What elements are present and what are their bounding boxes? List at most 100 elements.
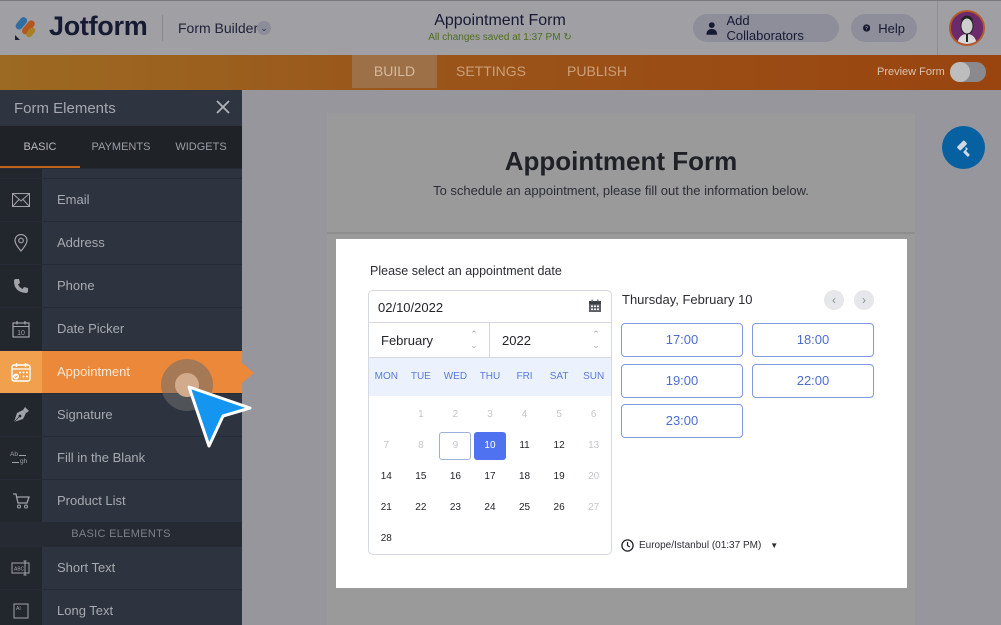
icon-cell: ABC xyxy=(0,547,42,589)
card-divider xyxy=(327,232,915,234)
timezone-select[interactable]: Europe/Istanbul (01:37 PM) ▼ xyxy=(621,539,778,552)
time-slot[interactable]: 23:00 xyxy=(621,404,743,438)
time-slot[interactable]: 18:00 xyxy=(752,323,874,357)
calendar-week-row: 1 2 3 4 5 6 xyxy=(369,399,611,430)
calendar-day: 9 xyxy=(438,430,473,461)
day-number: 16 xyxy=(449,471,461,482)
toggle-knob xyxy=(950,62,970,82)
calendar-day[interactable]: 14 xyxy=(369,461,404,492)
form-designer-button[interactable] xyxy=(942,126,985,169)
header-divider xyxy=(162,15,163,41)
day-number: 25 xyxy=(518,502,531,513)
day-number: 2 xyxy=(452,409,459,420)
weekday-header: MON TUE WED THU FRI SAT SUN xyxy=(369,358,611,396)
weekday-label: MON xyxy=(374,371,398,382)
close-icon[interactable] xyxy=(214,98,232,116)
year-select[interactable]: 2022 ⌃ ⌄ xyxy=(490,323,611,358)
calendar-day[interactable]: 15 xyxy=(404,461,439,492)
tab-payments[interactable]: PAYMENTS xyxy=(81,126,161,168)
calendar-icon[interactable] xyxy=(588,299,602,313)
day-number: 17 xyxy=(484,471,496,482)
element-label: Fill in the Blank xyxy=(57,450,146,465)
day-number: 3 xyxy=(487,409,493,420)
tab-settings[interactable]: SETTINGS xyxy=(437,55,545,88)
envelope-icon xyxy=(12,193,30,207)
element-label: Product List xyxy=(57,493,126,508)
day-number: 28 xyxy=(380,533,392,544)
calendar-day[interactable]: 19 xyxy=(542,461,577,492)
form-title[interactable]: Appointment Form xyxy=(327,146,915,177)
tab-basic[interactable]: BASIC xyxy=(0,126,80,168)
calendar-day[interactable]: 25 xyxy=(507,492,542,523)
user-avatar[interactable] xyxy=(949,10,985,46)
builder-toolbar: BUILD SETTINGS PUBLISH Preview Form xyxy=(0,55,1001,90)
add-collaborators-button[interactable]: Add Collaborators xyxy=(693,13,839,43)
appointment-field[interactable]: Please select an appointment date 02/10/… xyxy=(336,239,907,588)
tab-build[interactable]: BUILD xyxy=(352,55,437,88)
tab-publish[interactable]: PUBLISH xyxy=(545,55,649,88)
calendar-day[interactable]: 17 xyxy=(473,461,508,492)
paint-roller-icon xyxy=(956,140,970,157)
month-value: February xyxy=(381,333,434,348)
brand-name[interactable]: Jotform xyxy=(49,11,148,42)
chevron-down-icon[interactable]: ⌄ xyxy=(257,21,271,35)
year-value: 2022 xyxy=(502,333,531,348)
element-address[interactable]: Address xyxy=(0,221,242,264)
icon-cell xyxy=(0,351,42,393)
tab-widgets[interactable]: WIDGETS xyxy=(161,126,241,168)
preview-form-toggle[interactable] xyxy=(950,62,986,82)
form-subtitle[interactable]: To schedule an appointment, please fill … xyxy=(327,183,915,198)
svg-text:10: 10 xyxy=(17,330,25,337)
calendar-empty-cell xyxy=(542,523,577,554)
day-number: 26 xyxy=(553,502,565,513)
time-slot[interactable]: 17:00 xyxy=(621,323,743,357)
previous-day-button[interactable]: ‹ xyxy=(824,290,844,310)
calendar-day: 2 xyxy=(438,399,473,430)
svg-text:gh: gh xyxy=(20,458,28,465)
cart-icon xyxy=(13,493,30,509)
month-spinner-icon[interactable]: ⌃ ⌄ xyxy=(469,329,479,351)
element-label: Appointment xyxy=(57,364,130,379)
selected-date-heading: Thursday, February 10 xyxy=(622,292,753,307)
calendar-day[interactable]: 24 xyxy=(473,492,508,523)
year-spinner-icon[interactable]: ⌃ ⌄ xyxy=(591,329,601,351)
month-select[interactable]: February ⌃ ⌄ xyxy=(369,323,490,358)
calendar-day[interactable]: 16 xyxy=(438,461,473,492)
date-input[interactable]: 02/10/2022 xyxy=(369,291,611,323)
next-day-button[interactable]: › xyxy=(854,290,874,310)
calendar-day[interactable]: 22 xyxy=(404,492,439,523)
calendar-day[interactable]: 12 xyxy=(542,430,577,461)
calendar-day[interactable]: 18 xyxy=(507,461,542,492)
element-long-text[interactable]: AI Long Text xyxy=(0,589,242,625)
calendar-day[interactable]: 26 xyxy=(542,492,577,523)
calendar-day: 8 xyxy=(404,430,439,461)
top-header: Jotform Form Builder ⌄ Appointment Form … xyxy=(0,0,1001,55)
form-builder-menu[interactable]: Form Builder xyxy=(178,20,258,36)
appointment-calendar-icon xyxy=(11,363,31,382)
element-product-list[interactable]: Product List xyxy=(0,479,242,522)
calendar-week-row: 21 22 23 24 25 26 27 xyxy=(369,492,611,523)
calendar-empty-cell xyxy=(473,523,508,554)
help-button[interactable]: ? Help xyxy=(851,14,917,42)
fill-blank-icon: Abgh xyxy=(10,451,28,465)
calendar-day[interactable]: 11 xyxy=(507,430,542,461)
calendar-empty-cell xyxy=(576,523,611,554)
date-input-value: 02/10/2022 xyxy=(378,300,444,315)
element-date-picker[interactable]: 10 Date Picker xyxy=(0,307,242,350)
element-email[interactable]: Email xyxy=(0,178,242,221)
map-pin-icon xyxy=(14,234,28,252)
element-short-text[interactable]: ABC Short Text xyxy=(0,546,242,589)
svg-text:Ab: Ab xyxy=(10,451,18,458)
calendar-day[interactable]: 21 xyxy=(369,492,404,523)
time-slot[interactable]: 22:00 xyxy=(752,364,874,398)
calendar-day: 1 xyxy=(404,399,439,430)
mouse-pointer-icon xyxy=(187,385,252,448)
element-phone[interactable]: Phone xyxy=(0,264,242,307)
time-slot[interactable]: 19:00 xyxy=(621,364,743,398)
form-title-header[interactable]: Appointment Form xyxy=(400,12,600,30)
calendar-day[interactable]: 28 xyxy=(369,523,404,554)
calendar: 02/10/2022 February ⌃ ⌄ 2022 ⌃ ⌄ MON TUE WED… xyxy=(368,290,612,555)
calendar-day-selected[interactable]: 10 xyxy=(473,430,508,461)
day-number xyxy=(543,525,575,553)
calendar-day[interactable]: 23 xyxy=(438,492,473,523)
